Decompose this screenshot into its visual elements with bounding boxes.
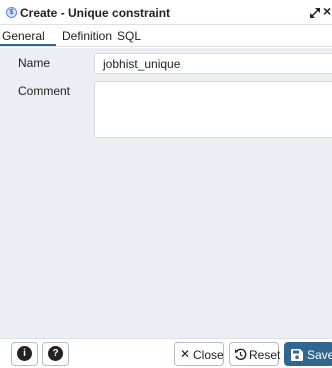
help-button[interactable]: ?	[42, 342, 69, 366]
name-label: Name	[18, 56, 51, 70]
dialog-titlebar: $ Create - Unique constraint ×	[0, 0, 332, 25]
save-button[interactable]: Save	[284, 342, 332, 366]
comment-field[interactable]	[94, 81, 332, 138]
general-form: Name jobhist_unique Comment	[0, 48, 332, 338]
reset-icon	[235, 348, 247, 361]
close-button-label: Close	[193, 348, 224, 362]
help-icon: ?	[48, 346, 63, 361]
close-icon[interactable]: ×	[323, 3, 331, 19]
tab-sql[interactable]: SQL	[117, 29, 141, 43]
create-unique-constraint-dialog: $ Create - Unique constraint × General D…	[0, 0, 332, 368]
expand-icon[interactable]	[308, 4, 322, 20]
reset-button[interactable]: Reset	[229, 342, 281, 366]
reset-button-label: Reset	[249, 348, 281, 362]
unique-constraint-icon: $	[6, 7, 17, 18]
active-tab-indicator	[0, 44, 56, 46]
dialog-title: Create - Unique constraint	[20, 6, 171, 20]
name-field[interactable]: jobhist_unique	[94, 53, 332, 74]
info-icon: i	[17, 346, 32, 361]
save-button-label: Save	[307, 348, 332, 362]
x-icon: ✕	[180, 347, 191, 361]
tab-bar: General Definition SQL	[0, 25, 332, 47]
close-button[interactable]: ✕ Close	[174, 342, 224, 366]
comment-label: Comment	[18, 84, 71, 98]
tab-general[interactable]: General	[2, 29, 45, 43]
info-button[interactable]: i	[11, 342, 38, 366]
dialog-footer: i ? ✕ Close Reset Save	[0, 338, 332, 368]
tab-definition[interactable]: Definition	[62, 29, 112, 43]
floppy-disk-icon	[291, 349, 303, 361]
